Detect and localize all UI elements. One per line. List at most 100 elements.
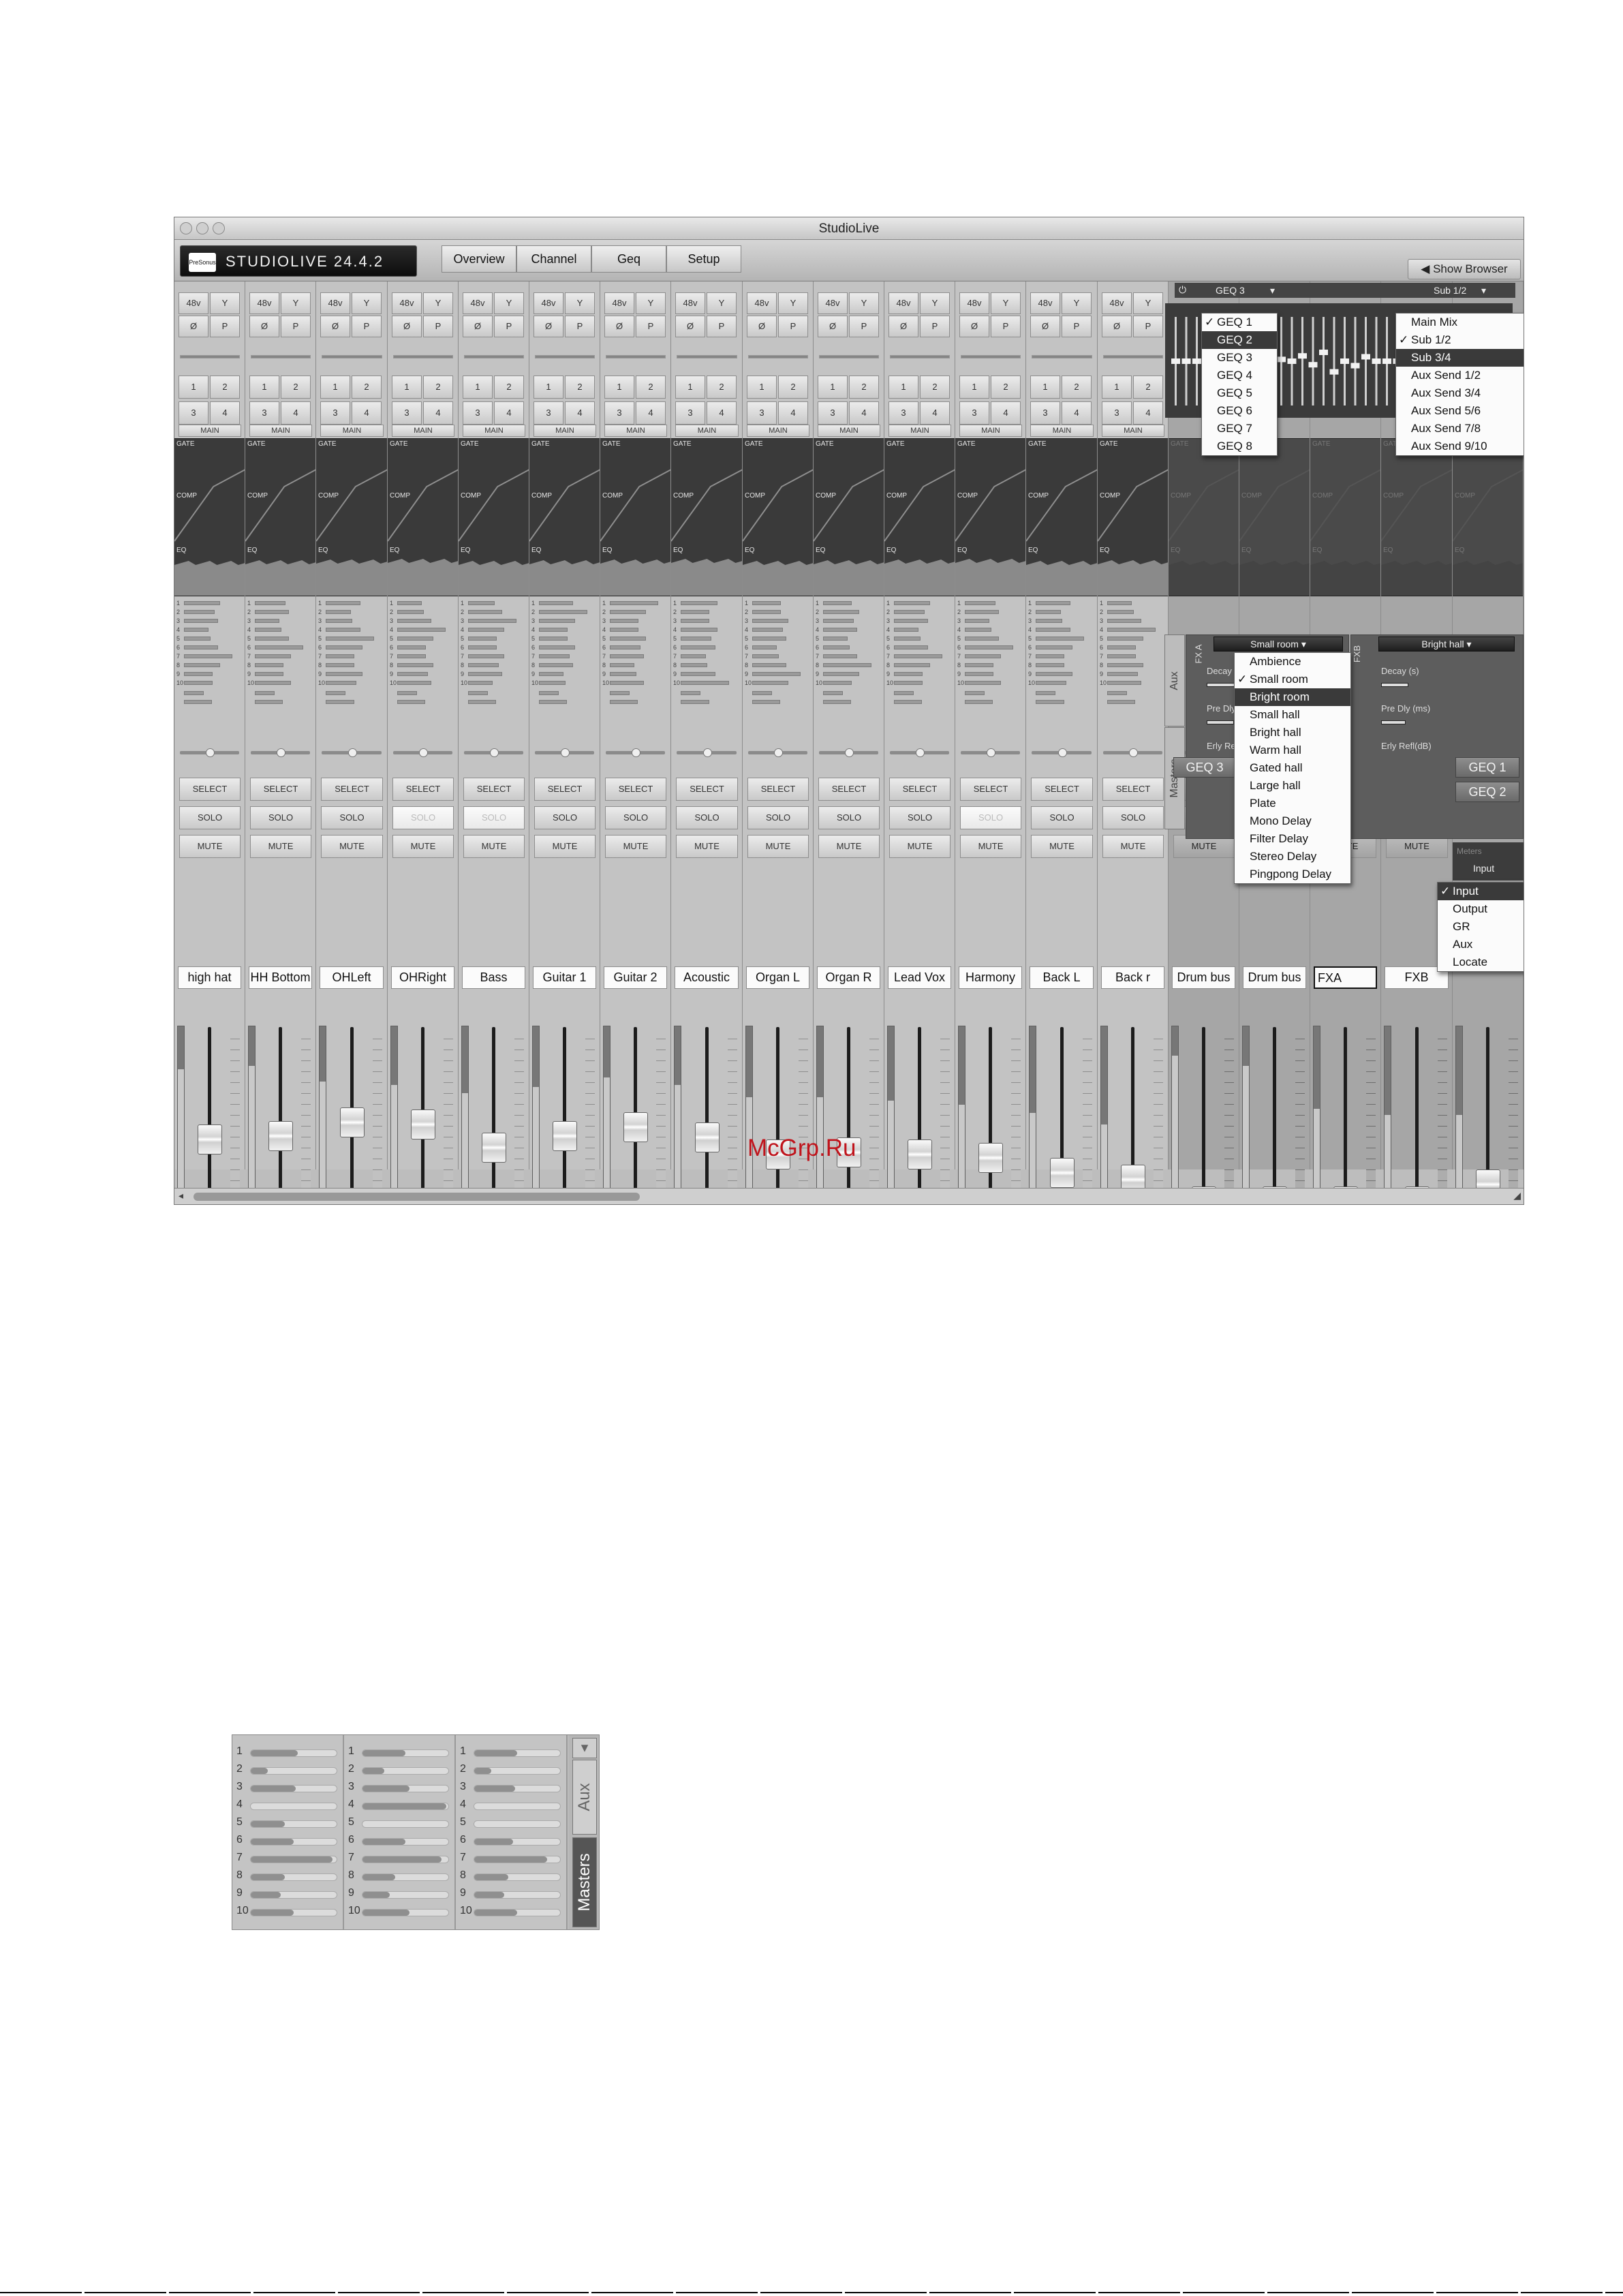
bus-dropdown-menu[interactable]: Main Mix ✓ Sub 1/2 Sub 3/4 Aux Send 1/2 Aux S… [1395, 313, 1524, 456]
pan-knob[interactable] [632, 748, 640, 757]
geq-band-handle[interactable] [1350, 363, 1360, 369]
trim-bar[interactable] [1103, 355, 1163, 358]
sub-1-button[interactable]: 1 [1102, 376, 1132, 399]
sub-2-button[interactable]: 2 [1062, 376, 1092, 399]
polarity-button[interactable]: Ø [959, 316, 989, 337]
inset-send-row[interactable]: 1 [344, 1743, 454, 1761]
mute-button[interactable]: MUTE [1031, 835, 1093, 858]
post-button[interactable]: P [352, 316, 382, 337]
fx-preset-menu-item[interactable]: Mono Delay [1235, 812, 1350, 830]
fx-send-bar[interactable] [752, 700, 780, 704]
meters-current[interactable]: Input [1473, 863, 1494, 874]
inset-send-row[interactable]: 7 [456, 1850, 566, 1867]
geq-band-track[interactable] [1354, 317, 1357, 405]
send-level-bar[interactable] [397, 663, 433, 667]
post-button[interactable]: P [778, 316, 808, 337]
geq-menu-item[interactable]: GEQ 4 [1202, 367, 1277, 384]
send-level-bar[interactable] [752, 637, 786, 641]
fx-send-bar[interactable] [326, 691, 345, 695]
select-button[interactable]: SELECT [960, 778, 1021, 801]
send-level-bar[interactable] [894, 637, 921, 641]
polarity-button[interactable]: Ø [179, 316, 208, 337]
inset-send-track[interactable] [474, 1749, 561, 1757]
mic-icon[interactable]: Y [281, 292, 311, 314]
dynamics-eq-thumbnail[interactable]: GATECOMPEQ [814, 438, 884, 596]
mic-icon[interactable]: Y [494, 292, 524, 314]
inset-send-row[interactable]: 9 [344, 1885, 454, 1903]
send-level-bar[interactable] [823, 637, 848, 641]
post-button[interactable]: P [494, 316, 524, 337]
sub-1-button[interactable]: 1 [604, 376, 634, 399]
mute-button[interactable]: MUTE [250, 835, 311, 858]
fx-send-bar[interactable] [468, 691, 488, 695]
pan-knob[interactable] [845, 748, 854, 757]
geq-menu-item[interactable]: GEQ 3 [1202, 349, 1277, 367]
phantom-power-button[interactable]: 48v [888, 292, 918, 314]
dynamics-eq-thumbnail[interactable]: GATECOMPEQ [1381, 438, 1452, 596]
solo-button[interactable]: SOLO [463, 806, 525, 829]
send-level-bar[interactable] [1107, 601, 1132, 605]
fx-send-bar[interactable] [1036, 691, 1055, 695]
sub-4-button[interactable]: 4 [636, 401, 666, 425]
mute-button[interactable]: MUTE [179, 835, 241, 858]
inset-send-track[interactable] [250, 1785, 337, 1792]
sub-1-button[interactable]: 1 [534, 376, 563, 399]
send-level-bar[interactable] [965, 601, 995, 605]
fader-cap[interactable] [482, 1133, 506, 1163]
polarity-button[interactable]: Ø [1030, 316, 1060, 337]
fx-send-bar[interactable] [610, 700, 638, 704]
solo-button[interactable]: SOLO [960, 806, 1021, 829]
send-level-bar[interactable] [184, 610, 215, 614]
meters-menu-item[interactable]: ✓ Input [1438, 883, 1524, 900]
solo-button[interactable]: SOLO [534, 806, 596, 829]
send-level-bar[interactable] [823, 663, 871, 667]
inset-masters-tab[interactable]: Masters [572, 1837, 597, 1927]
send-level-bar[interactable] [894, 681, 923, 685]
fader-cap[interactable] [340, 1107, 365, 1137]
send-level-bar[interactable] [255, 663, 283, 667]
main-assign-button[interactable]: MAIN [604, 425, 667, 437]
fx-send-bar[interactable] [326, 700, 354, 704]
geq-band-track[interactable] [1301, 317, 1303, 405]
fx-send-bar[interactable] [539, 700, 567, 704]
dynamics-eq-thumbnail[interactable]: GATECOMPEQ [1026, 438, 1097, 596]
resize-grip-icon[interactable]: ◢ [1513, 1190, 1521, 1201]
dynamics-eq-thumbnail[interactable]: GATECOMPEQ [388, 438, 458, 596]
select-button[interactable]: SELECT [321, 778, 383, 801]
geq-band-handle[interactable] [1192, 358, 1201, 364]
dynamics-eq-thumbnail[interactable]: GATECOMPEQ [1453, 438, 1523, 596]
solo-button[interactable]: SOLO [321, 806, 383, 829]
mic-icon[interactable]: Y [849, 292, 879, 314]
inset-send-row[interactable]: 2 [456, 1761, 566, 1779]
mute-button[interactable]: MUTE [676, 835, 738, 858]
send-level-bar[interactable] [397, 601, 422, 605]
send-level-bar[interactable] [255, 681, 291, 685]
phantom-power-button[interactable]: 48v [320, 292, 350, 314]
pan-knob[interactable] [1058, 748, 1067, 757]
channel-name-field[interactable]: FXA [1314, 966, 1377, 989]
main-assign-button[interactable]: MAIN [959, 425, 1022, 437]
post-button[interactable]: P [281, 316, 311, 337]
inset-send-row[interactable]: 1 [232, 1743, 343, 1761]
send-level-bar[interactable] [823, 681, 852, 685]
phantom-power-button[interactable]: 48v [747, 292, 777, 314]
send-level-bar[interactable] [823, 601, 852, 605]
send-level-bar[interactable] [681, 637, 711, 641]
inset-send-track[interactable] [362, 1803, 449, 1810]
solo-button[interactable]: SOLO [1031, 806, 1093, 829]
send-level-bar[interactable] [894, 628, 918, 632]
send-level-bar[interactable] [965, 654, 1001, 658]
send-level-bar[interactable] [184, 681, 213, 685]
solo-button[interactable]: SOLO [179, 806, 241, 829]
send-level-bar[interactable] [1036, 654, 1064, 658]
sub-4-button[interactable]: 4 [423, 401, 453, 425]
channel-name-field[interactable]: Back r [1101, 966, 1164, 989]
send-level-bar[interactable] [752, 672, 801, 676]
sub-1-button[interactable]: 1 [747, 376, 777, 399]
select-button[interactable]: SELECT [534, 778, 596, 801]
inset-send-track[interactable] [362, 1785, 449, 1792]
dynamics-eq-thumbnail[interactable]: GATECOMPEQ [884, 438, 955, 596]
inset-send-row[interactable]: 4 [456, 1796, 566, 1814]
geq-band-handle[interactable] [1372, 358, 1381, 364]
main-assign-button[interactable]: MAIN [463, 425, 525, 437]
